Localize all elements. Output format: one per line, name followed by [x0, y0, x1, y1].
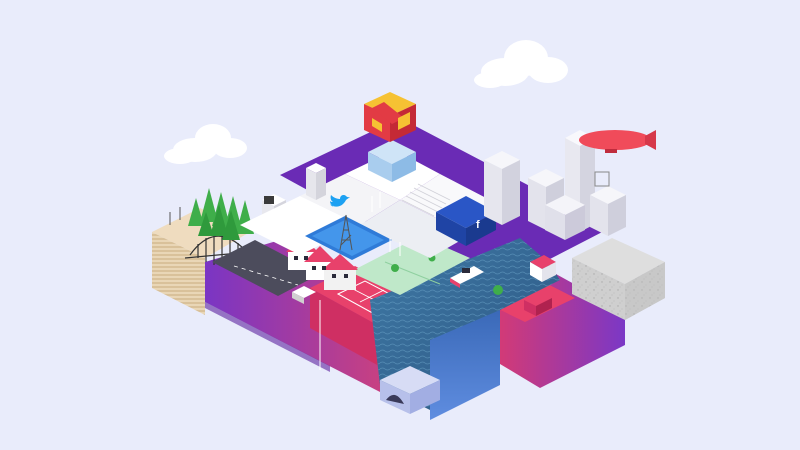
isometric-city-illustration: f !: [0, 0, 800, 450]
cloud-left: [164, 124, 247, 164]
facebook-f-icon: f: [476, 219, 480, 231]
cloud-right: [474, 40, 568, 88]
white-tower: [306, 163, 326, 200]
